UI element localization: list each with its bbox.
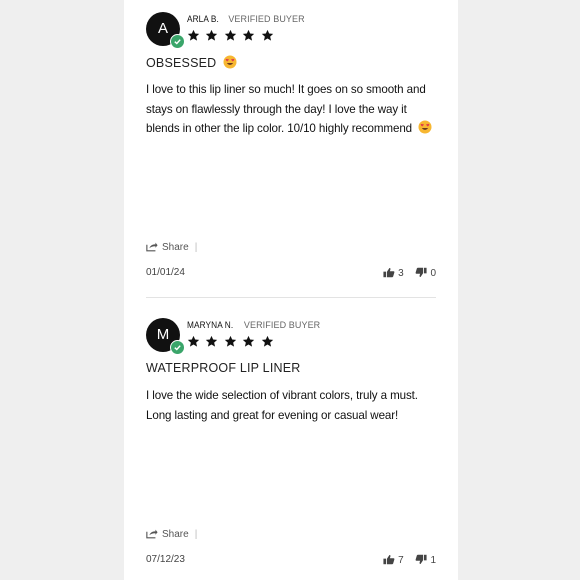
- share-label: Share: [162, 529, 189, 540]
- star-icon: [187, 29, 200, 41]
- vote-controls: 7 1: [374, 554, 436, 566]
- heart-eyes-emoji-icon: [418, 120, 432, 141]
- verified-check-icon: [170, 340, 185, 355]
- reviewer-name: ARLA B.: [187, 14, 219, 24]
- thumbs-down-button[interactable]: 0: [415, 267, 436, 279]
- thumbs-up-icon: [383, 555, 395, 565]
- star-icon: [224, 335, 237, 347]
- review-date: 01/01/24: [146, 267, 185, 278]
- reviewer-line: MARYNA N. VERIFIED BUYER: [187, 320, 320, 330]
- star-icon: [206, 335, 218, 347]
- review-title: OBSESSED: [146, 55, 237, 72]
- thumbs-down-button[interactable]: 1: [415, 554, 436, 566]
- star-rating: [187, 29, 275, 43]
- thumbs-down-icon: [416, 267, 428, 277]
- star-icon: [243, 29, 255, 41]
- review-title-text: OBSESSED: [146, 56, 217, 70]
- up-vote-count: 7: [398, 555, 404, 566]
- separator: |: [194, 529, 198, 540]
- reviewer-line: ARLA B. VERIFIED BUYER: [187, 14, 305, 24]
- star-icon: [243, 335, 255, 347]
- share-icon: [146, 529, 158, 539]
- verified-buyer-label: VERIFIED BUYER: [228, 14, 305, 24]
- share-button[interactable]: Share |: [146, 528, 197, 540]
- background-left: [0, 0, 124, 580]
- thumbs-up-button[interactable]: 3: [383, 267, 404, 279]
- reviewer-name: MARYNA N.: [187, 320, 234, 330]
- share-icon: [146, 242, 158, 252]
- thumbs-up-button[interactable]: 7: [383, 554, 404, 566]
- review-divider: [146, 297, 436, 298]
- star-icon: [224, 29, 237, 41]
- review-date: 07/12/23: [146, 554, 185, 565]
- vote-controls: 3 0: [374, 267, 436, 279]
- down-vote-count: 1: [430, 555, 436, 566]
- up-vote-count: 3: [398, 268, 404, 279]
- verified-check-icon: [170, 34, 185, 49]
- review-title: WATERPROOF LIP LINER: [146, 361, 301, 375]
- down-vote-count: 0: [430, 268, 436, 279]
- review-body-text: I love the wide selection of vibrant col…: [146, 389, 418, 422]
- heart-eyes-emoji-icon: [223, 55, 237, 72]
- star-icon: [187, 335, 200, 347]
- verified-buyer-label: VERIFIED BUYER: [243, 320, 321, 330]
- thumbs-down-icon: [416, 554, 428, 564]
- share-button[interactable]: Share |: [146, 241, 197, 253]
- background-right: [458, 0, 580, 580]
- separator: |: [194, 242, 198, 253]
- star-icon: [261, 29, 273, 41]
- star-icon: [206, 29, 218, 41]
- review-body-text: I love to this lip liner so much! It goe…: [146, 83, 426, 135]
- review-title-text: WATERPROOF LIP LINER: [146, 361, 301, 375]
- share-label: Share: [162, 242, 189, 253]
- star-icon: [261, 335, 273, 347]
- review-body: I love the wide selection of vibrant col…: [146, 386, 438, 425]
- review-body: I love to this lip liner so much! It goe…: [146, 80, 438, 141]
- reviews-panel: A ARLA B. VERIFIED BUYER OBSESSED I love…: [124, 0, 458, 580]
- thumbs-up-icon: [383, 268, 395, 278]
- star-rating: [187, 335, 275, 349]
